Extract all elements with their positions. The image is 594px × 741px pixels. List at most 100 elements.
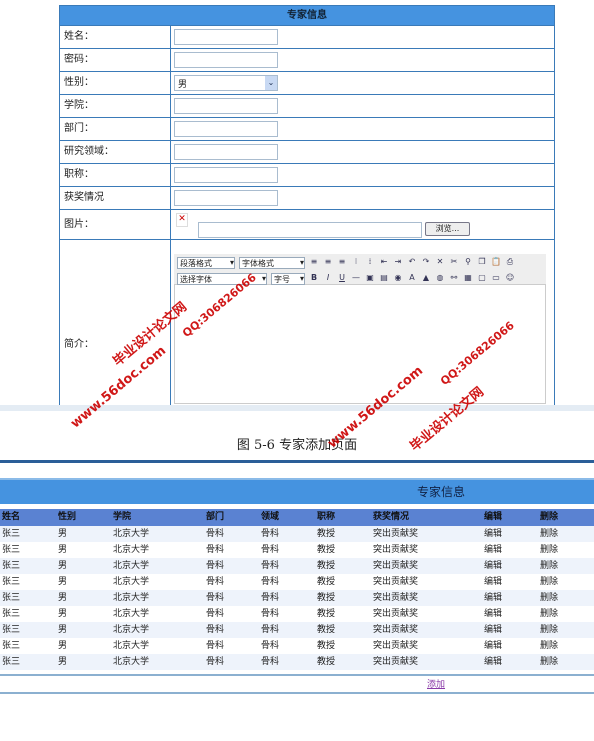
table-cell: 骨科 (261, 561, 280, 571)
field-input[interactable] (174, 121, 278, 137)
form-row: 密码： (60, 49, 554, 72)
horizontal-rule-icon[interactable]: — (351, 273, 361, 283)
table-cell: 教授 (317, 609, 336, 619)
layer-icon[interactable]: ▢ (477, 273, 487, 283)
paragraph-format-select[interactable]: 段落格式 ▾ (177, 257, 235, 269)
field-input[interactable] (174, 190, 278, 206)
chevron-down-icon: ▾ (261, 274, 266, 283)
delete-icon[interactable]: ✕ (435, 257, 445, 267)
intro-row: 简介： 段落格式 ▾ 字体格式 ▾ ≡ ≡ ≡ ⁝ ⁞ ⇤ ⇥ ↶ ↷ ✕ ✂ ⚲ ❐ 📋 ⎙ 选择字体 ▾ … (60, 240, 554, 410)
cut-icon[interactable]: ✂ (449, 257, 459, 267)
table-cell: 男 (58, 529, 68, 539)
edit-link[interactable]: 编辑 (482, 526, 538, 542)
field-input[interactable] (174, 167, 278, 183)
numbered-list-icon[interactable]: ⁞ (365, 257, 375, 267)
delete-link[interactable]: 删除 (538, 574, 594, 590)
indent-icon[interactable]: ⇥ (393, 257, 403, 267)
column-header: 性别 (58, 512, 77, 522)
file-path-input[interactable] (198, 222, 422, 238)
field-input[interactable] (174, 52, 278, 68)
undo-icon[interactable]: ↶ (407, 257, 417, 267)
table-cell: 骨科 (206, 577, 225, 587)
page-icon[interactable]: ▭ (491, 273, 501, 283)
field-input[interactable] (174, 144, 278, 160)
image-icon[interactable]: ▣ (365, 273, 375, 283)
table-row: 张三 男 北京大学 骨科 骨科 教授 突出贡献奖 编辑 删除 (0, 574, 594, 590)
table-cell: 北京大学 (113, 625, 150, 635)
paste-icon[interactable]: 📋 (491, 257, 501, 267)
table-row: 张三 男 北京大学 骨科 骨科 教授 突出贡献奖 编辑 删除 (0, 590, 594, 606)
edit-link[interactable]: 编辑 (482, 654, 538, 670)
edit-link[interactable]: 编辑 (482, 638, 538, 654)
link-icon[interactable]: ◍ (435, 273, 445, 283)
print-icon[interactable]: ⎙ (505, 257, 515, 267)
table-cell: 北京大学 (113, 609, 150, 619)
edit-link[interactable]: 编辑 (482, 558, 538, 574)
delete-link[interactable]: 删除 (538, 638, 594, 654)
add-link[interactable]: 添加 (427, 680, 445, 690)
flash-icon[interactable]: ▤ (379, 273, 389, 283)
bullet-list-icon[interactable]: ⁝ (351, 257, 361, 267)
table-cell: 教授 (317, 561, 336, 571)
table-cell: 教授 (317, 577, 336, 587)
table-cell: 骨科 (261, 577, 280, 587)
delete-link[interactable]: 删除 (538, 558, 594, 574)
table-cell: 张三 (2, 625, 21, 635)
table-cell: 骨科 (206, 657, 225, 667)
align-right-icon[interactable]: ≡ (337, 257, 347, 267)
redo-icon[interactable]: ↷ (421, 257, 431, 267)
bold-button[interactable]: B (309, 273, 319, 283)
form-row: 姓名： (60, 26, 554, 49)
column-header: 删除 (540, 512, 559, 522)
delete-link[interactable]: 删除 (538, 526, 594, 542)
field-input[interactable] (174, 29, 278, 45)
gender-select[interactable]: 男 ⌄ (174, 75, 278, 91)
delete-link[interactable]: 删除 (538, 542, 594, 558)
font-size-select[interactable]: 字号 ▾ (271, 273, 305, 285)
media-icon[interactable]: ◉ (393, 273, 403, 283)
table-cell: 骨科 (261, 641, 280, 651)
highlight-icon[interactable]: ▲ (421, 273, 431, 283)
unlink-icon[interactable]: ⚯ (449, 273, 459, 283)
table-cell: 男 (58, 609, 68, 619)
image-label: 图片： (60, 210, 171, 239)
table-cell: 北京大学 (113, 529, 150, 539)
edit-link[interactable]: 编辑 (482, 542, 538, 558)
paragraph-format-value: 段落格式 (180, 259, 212, 268)
align-center-icon[interactable]: ≡ (323, 257, 333, 267)
table-row: 张三 男 北京大学 骨科 骨科 教授 突出贡献奖 编辑 删除 (0, 558, 594, 574)
delete-link[interactable]: 删除 (538, 606, 594, 622)
find-icon[interactable]: ⚲ (463, 257, 473, 267)
emoticon-icon[interactable]: ☺ (505, 273, 515, 283)
browse-button[interactable]: 浏览... (425, 222, 470, 236)
delete-link[interactable]: 删除 (538, 590, 594, 606)
field-input[interactable] (174, 98, 278, 114)
edit-link[interactable]: 编辑 (482, 574, 538, 590)
copy-icon[interactable]: ❐ (477, 257, 487, 267)
column-header: 姓名 (2, 512, 21, 522)
outdent-icon[interactable]: ⇤ (379, 257, 389, 267)
edit-link[interactable]: 编辑 (482, 590, 538, 606)
font-color-icon[interactable]: A (407, 273, 417, 283)
font-value: 选择字体 (180, 275, 212, 284)
table-cell: 张三 (2, 641, 21, 651)
table-cell: 骨科 (206, 625, 225, 635)
form-row: 研究领域： (60, 141, 554, 164)
table-cell: 张三 (2, 529, 21, 539)
table-cell: 突出贡献奖 (373, 609, 419, 619)
font-style-select[interactable]: 字体格式 ▾ (239, 257, 305, 269)
table-icon[interactable]: ▦ (463, 273, 473, 283)
table-cell: 张三 (2, 609, 21, 619)
edit-link[interactable]: 编辑 (482, 622, 538, 638)
delete-link[interactable]: 删除 (538, 622, 594, 638)
table-cell: 突出贡献奖 (373, 641, 419, 651)
form-row: 性别：男 ⌄ (60, 72, 554, 95)
align-left-icon[interactable]: ≡ (309, 257, 319, 267)
edit-link[interactable]: 编辑 (482, 606, 538, 622)
figure-caption: 图 5-6 专家添加页面 (236, 438, 358, 453)
column-header: 领域 (261, 512, 280, 522)
underline-button[interactable]: U (337, 273, 347, 283)
delete-link[interactable]: 删除 (538, 654, 594, 670)
italic-button[interactable]: I (323, 273, 333, 283)
table-cell: 教授 (317, 529, 336, 539)
